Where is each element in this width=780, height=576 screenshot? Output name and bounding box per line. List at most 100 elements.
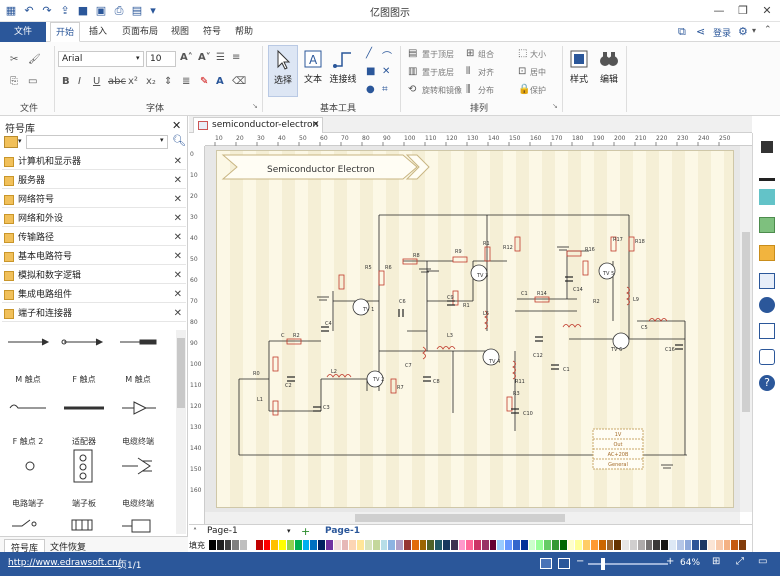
- bring-front-button[interactable]: 置于顶层: [422, 49, 454, 60]
- collapse-ribbon-icon[interactable]: ⌃: [764, 25, 772, 35]
- color-swatch[interactable]: [606, 540, 615, 550]
- tab-help[interactable]: 帮助: [230, 22, 258, 42]
- color-swatch[interactable]: [255, 540, 264, 550]
- select-tool-button[interactable]: 选择: [268, 45, 298, 97]
- grow-font-icon[interactable]: A˄: [180, 52, 193, 63]
- color-swatch[interactable]: [325, 540, 334, 550]
- color-swatch[interactable]: [240, 540, 248, 550]
- color-swatch[interactable]: [637, 540, 646, 550]
- color-swatch[interactable]: [364, 540, 373, 550]
- size-button[interactable]: 大小: [530, 49, 546, 60]
- font-name-combo[interactable]: Arial: [58, 51, 144, 67]
- strikethrough-icon[interactable]: abc: [108, 76, 126, 87]
- library-item[interactable]: 模拟和数字逻辑 ✕: [2, 268, 186, 284]
- chevron-down-icon[interactable]: ▾: [752, 26, 756, 35]
- color-swatch[interactable]: [559, 540, 568, 550]
- color-swatch[interactable]: [341, 540, 350, 550]
- italic-icon[interactable]: I: [78, 76, 81, 87]
- library-menu-icon[interactable]: [4, 136, 18, 148]
- color-swatch[interactable]: [575, 540, 584, 550]
- font-dialog-launcher-icon[interactable]: ↘: [252, 102, 258, 110]
- color-swatch[interactable]: [505, 540, 514, 550]
- color-swatch[interactable]: [216, 540, 225, 550]
- close-icon[interactable]: ✕: [174, 192, 182, 208]
- color-swatch[interactable]: [349, 540, 358, 550]
- color-swatch[interactable]: [411, 540, 420, 550]
- presentation-icon[interactable]: ▭: [758, 556, 767, 567]
- color-swatch[interactable]: [676, 540, 685, 550]
- color-swatch[interactable]: [708, 540, 716, 550]
- export-icon[interactable]: ⇪: [58, 4, 72, 18]
- library-item[interactable]: 基本电路符号 ✕: [2, 249, 186, 265]
- color-swatch[interactable]: [653, 540, 662, 550]
- tab-insert[interactable]: 插入: [84, 22, 112, 42]
- color-swatch[interactable]: [669, 540, 677, 550]
- underline-icon[interactable]: U: [93, 76, 100, 87]
- send-back-button[interactable]: 置于底层: [422, 67, 454, 78]
- color-swatch[interactable]: [232, 540, 241, 550]
- ellipse-icon[interactable]: ●: [366, 84, 375, 95]
- numbering-icon[interactable]: ≡: [232, 52, 240, 63]
- fill-icon[interactable]: [761, 141, 773, 153]
- close-icon[interactable]: ✕: [174, 230, 182, 246]
- color-swatch[interactable]: [513, 540, 521, 550]
- normal-view-icon[interactable]: [540, 558, 552, 569]
- superscript-icon[interactable]: x²: [128, 76, 138, 87]
- help-icon[interactable]: ?: [759, 375, 775, 391]
- share-screen-icon[interactable]: ⧉: [678, 25, 686, 39]
- line-spacing-icon[interactable]: ⇕: [164, 76, 172, 87]
- color-swatch[interactable]: [497, 540, 506, 550]
- protect-icon[interactable]: 🔒: [518, 84, 530, 95]
- redo-icon[interactable]: ↷: [40, 4, 54, 18]
- color-swatch[interactable]: [403, 540, 412, 550]
- vertical-scrollbar[interactable]: [740, 146, 752, 512]
- terminal-block[interactable]: 1V Out AC+20B General: [592, 428, 644, 470]
- page-icon[interactable]: [759, 273, 775, 289]
- comment-icon[interactable]: [759, 349, 775, 365]
- close-icon[interactable]: ✕: [756, 2, 778, 20]
- previous-page-icon[interactable]: ˄: [193, 527, 197, 536]
- website-link[interactable]: http://www.edrawsoft.cn/: [8, 558, 121, 568]
- chevron-down-icon[interactable]: ▾: [136, 54, 140, 62]
- color-swatch[interactable]: [489, 540, 498, 550]
- center-icon[interactable]: ⊡: [518, 66, 526, 77]
- more-icon[interactable]: ▾: [146, 4, 160, 18]
- edit-button[interactable]: 编辑: [594, 45, 624, 97]
- add-page-icon[interactable]: +: [301, 525, 310, 538]
- globe-icon[interactable]: [759, 297, 775, 313]
- zoom-slider[interactable]: [588, 563, 668, 565]
- color-swatch[interactable]: [552, 540, 560, 550]
- library-item[interactable]: 服务器 ✕: [2, 173, 186, 189]
- rotate-icon[interactable]: ⟲: [408, 84, 416, 95]
- subscript-icon[interactable]: x₂: [146, 76, 156, 87]
- close-icon[interactable]: ✕: [312, 118, 320, 133]
- close-icon[interactable]: ✕: [174, 287, 182, 303]
- align-button[interactable]: 对齐: [478, 67, 494, 78]
- full-screen-icon[interactable]: ⤢: [736, 556, 744, 567]
- rectangle-icon[interactable]: ■: [366, 66, 375, 77]
- font-size-combo[interactable]: 10: [146, 51, 176, 67]
- shrink-font-icon[interactable]: A˅: [198, 52, 211, 63]
- copy-icon[interactable]: ⎘: [10, 76, 18, 87]
- align-icon[interactable]: ⫴: [466, 66, 470, 77]
- close-icon[interactable]: ✕: [174, 249, 182, 265]
- close-panel-icon[interactable]: ✕: [172, 119, 181, 132]
- color-swatch[interactable]: [271, 540, 280, 550]
- library-search-input[interactable]: [26, 135, 168, 149]
- tab-home[interactable]: 开始: [50, 22, 80, 42]
- tab-page-layout[interactable]: 页面布局: [118, 22, 162, 42]
- color-swatch[interactable]: [715, 540, 724, 550]
- color-swatch[interactable]: [692, 540, 701, 550]
- undo-icon[interactable]: ↶: [22, 4, 36, 18]
- style-button[interactable]: 样式: [564, 45, 594, 97]
- horizontal-scrollbar[interactable]: [205, 512, 740, 524]
- color-swatch[interactable]: [520, 540, 529, 550]
- line-style-icon[interactable]: [759, 165, 775, 181]
- color-swatch[interactable]: [466, 540, 475, 550]
- color-swatch[interactable]: [442, 540, 451, 550]
- color-swatch[interactable]: [739, 540, 747, 550]
- file-menu-button[interactable]: 文件: [0, 22, 46, 42]
- color-swatch[interactable]: [622, 540, 631, 550]
- bullets-icon[interactable]: ☰: [216, 52, 225, 63]
- color-swatch[interactable]: [630, 540, 638, 550]
